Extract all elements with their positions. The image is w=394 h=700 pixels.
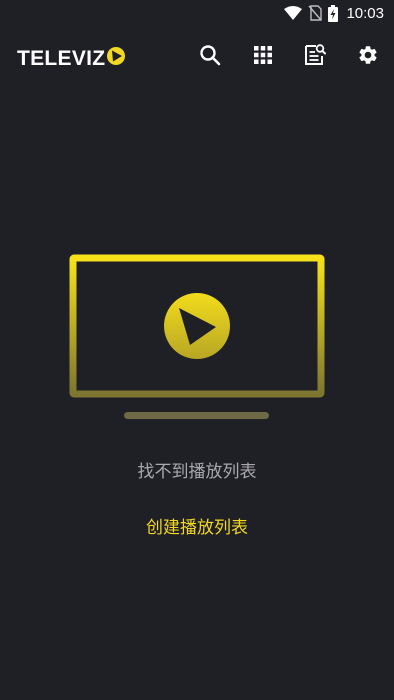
settings-button[interactable] <box>355 44 381 70</box>
epg-search-button[interactable] <box>302 44 328 70</box>
grid-icon <box>253 45 273 69</box>
wifi-icon <box>284 6 303 20</box>
gear-icon <box>357 44 379 70</box>
logo-text: TELEVIZ <box>17 46 106 70</box>
create-playlist-button[interactable]: 创建播放列表 <box>0 513 394 538</box>
status-time: 10:03 <box>346 4 384 22</box>
epg-search-icon <box>303 43 327 71</box>
no-sim-icon <box>308 5 323 21</box>
play-circle-logo-icon <box>106 46 126 71</box>
app-logo: TELEVIZ <box>17 46 126 71</box>
toolbar: TELEVIZ <box>0 34 394 80</box>
grid-button[interactable] <box>250 44 276 70</box>
search-icon <box>199 44 221 70</box>
search-button[interactable] <box>197 44 223 70</box>
status-bar: 10:03 <box>0 0 394 26</box>
empty-playlist-message: 找不到播放列表 <box>137 462 257 482</box>
app-screen: 10:03 TELEVIZ 找不到播放列表 创建播放列表 <box>0 0 394 700</box>
tv-play-icon <box>69 254 325 424</box>
battery-charging-icon <box>328 4 339 22</box>
